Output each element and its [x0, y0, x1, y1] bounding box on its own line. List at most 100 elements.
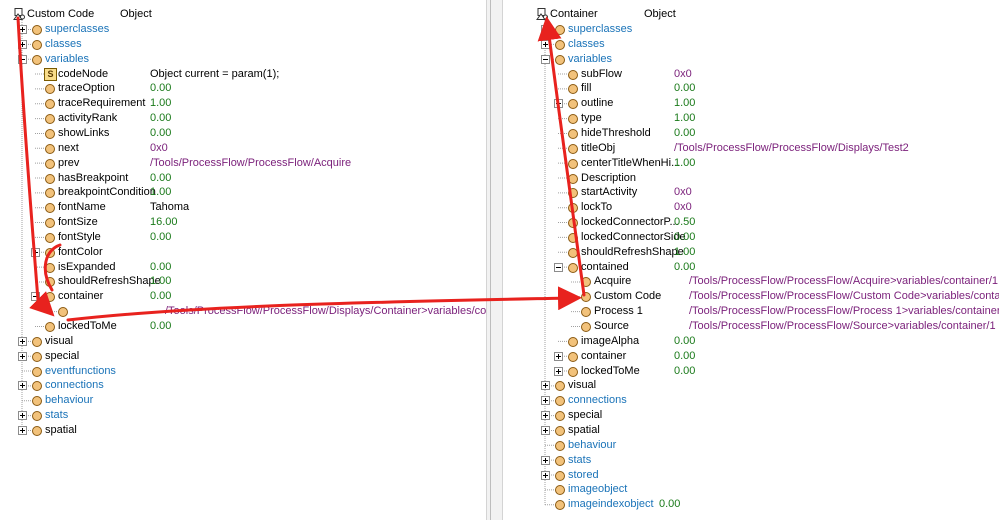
tree-row[interactable]: type 1.00	[503, 111, 999, 126]
tree-row[interactable]: classes	[0, 37, 486, 52]
tree-row[interactable]: fontSize 16.00	[0, 215, 486, 230]
node-label: spatial	[45, 423, 77, 436]
tree-row[interactable]: lockedConnectorSide 0.00	[503, 230, 999, 245]
tree-row[interactable]: container 0.00	[503, 349, 999, 364]
right-tree-pane[interactable]: Container Object superclasses classes vari…	[503, 0, 999, 520]
object-root-icon	[536, 8, 548, 20]
node-value: 0.00	[150, 126, 172, 139]
tree-row[interactable]: shouldRefreshShape 1.00	[0, 274, 486, 289]
left-tree-pane[interactable]: Custom Code Object superclasses classes va…	[0, 0, 516, 520]
tree-row[interactable]: ScodeNode Object current = param(1);	[0, 67, 486, 82]
tree-row[interactable]: lockedConnectorP... 0.50	[503, 215, 999, 230]
tree-row[interactable]: contained 0.00	[503, 260, 999, 275]
tree-row[interactable]: prev/Tools/ProcessFlow/ProcessFlow/Acqui…	[0, 156, 486, 171]
tree-row[interactable]: spatial	[503, 423, 999, 438]
expand-icon[interactable]	[18, 425, 27, 435]
collapse-icon[interactable]	[541, 54, 550, 64]
tree-row[interactable]: outline 1.00	[503, 96, 999, 111]
expand-icon[interactable]	[541, 25, 550, 34]
tree-row[interactable]: Source/Tools/ProcessFlow/ProcessFlow/Sou…	[503, 319, 999, 334]
tree-row[interactable]: traceOption 0.00	[0, 81, 486, 96]
tree-row[interactable]: isExpanded 0.00	[0, 260, 486, 275]
tree-row[interactable]: eventfunctions	[0, 364, 486, 379]
tree-row[interactable]: spatial	[0, 423, 486, 438]
tree-row[interactable]: Acquire/Tools/ProcessFlow/ProcessFlow/Ac…	[503, 274, 999, 289]
tree-row[interactable]: traceRequirement 1.00	[0, 96, 486, 111]
node-label: container	[58, 290, 104, 303]
root-type: Object	[644, 8, 676, 20]
expand-icon[interactable]	[541, 470, 550, 480]
tree-row[interactable]: subFlow 0x0	[503, 67, 999, 82]
tree-row[interactable]: fontColor	[0, 245, 486, 260]
node-icon	[555, 500, 565, 511]
node-icon	[555, 381, 565, 392]
tree-row[interactable]: stored	[503, 468, 999, 483]
tree-row[interactable]: lockTo 0x0	[503, 200, 999, 215]
tree-row[interactable]: special	[0, 349, 486, 364]
node-label: Description	[581, 171, 637, 184]
tree-row[interactable]: /Tools/ProcessFlow/ProcessFlow/Displays/…	[0, 304, 516, 319]
tree-row[interactable]: variables	[0, 52, 486, 67]
tree-row[interactable]: connections	[0, 378, 486, 393]
tree-row[interactable]: centerTitleWhenHi... 1.00	[503, 156, 999, 171]
collapse-icon[interactable]	[18, 54, 27, 64]
tree-row[interactable]: Description	[503, 171, 999, 186]
tree-row[interactable]: imageobject	[503, 482, 999, 497]
tree-row[interactable]: superclasses	[503, 22, 999, 37]
tree-row[interactable]: next 0x0	[0, 141, 486, 156]
expand-icon[interactable]	[31, 247, 40, 257]
expand-icon[interactable]	[541, 381, 550, 391]
expand-icon[interactable]	[18, 25, 27, 34]
collapse-icon[interactable]	[31, 292, 40, 302]
tree-row[interactable]: visual	[0, 334, 486, 349]
pane-splitter[interactable]	[486, 0, 503, 520]
expand-icon[interactable]	[18, 411, 27, 421]
tree-row[interactable]: behaviour	[0, 393, 486, 408]
node-label: imageAlpha	[581, 334, 640, 347]
tree-row[interactable]: shouldRefreshShape 1.00	[503, 245, 999, 260]
tree-row[interactable]: showLinks 0.00	[0, 126, 486, 141]
tree-row[interactable]: special	[503, 408, 999, 423]
expand-icon[interactable]	[554, 351, 563, 361]
tree-row[interactable]: startActivity 0x0	[503, 185, 999, 200]
tree-row[interactable]: behaviour	[503, 438, 999, 453]
tree-row[interactable]: lockedToMe 0.00	[503, 364, 999, 379]
tree-row[interactable]: stats	[503, 453, 999, 468]
expand-icon[interactable]	[18, 39, 27, 49]
expand-icon[interactable]	[541, 396, 550, 406]
tree-row[interactable]: hasBreakpoint 0.00	[0, 171, 486, 186]
node-icon	[555, 470, 565, 481]
tree-row[interactable]: Custom Code/Tools/ProcessFlow/ProcessFlo…	[503, 289, 999, 304]
tree-row[interactable]: lockedToMe 0.00	[0, 319, 486, 334]
expand-icon[interactable]	[18, 351, 27, 361]
tree-row[interactable]: fontStyle 0.00	[0, 230, 486, 245]
tree-row[interactable]: container 0.00	[0, 289, 486, 304]
node-icon	[45, 203, 55, 214]
tree-row[interactable]: stats	[0, 408, 486, 423]
expand-icon[interactable]	[554, 99, 563, 109]
expand-icon[interactable]	[18, 336, 27, 346]
tree-row[interactable]: imageAlpha 0.00	[503, 334, 999, 349]
expand-icon[interactable]	[554, 366, 563, 376]
tree-row[interactable]: variables	[503, 52, 999, 67]
tree-row[interactable]: fontName Tahoma	[0, 200, 486, 215]
tree-row[interactable]: superclasses	[0, 22, 486, 37]
tree-row[interactable]: imageindexobject 0.00	[503, 497, 999, 512]
collapse-icon[interactable]	[554, 262, 563, 272]
expand-icon[interactable]	[541, 455, 550, 465]
expand-icon[interactable]	[541, 411, 550, 421]
node-value: Tahoma	[150, 201, 190, 214]
tree-row[interactable]: titleObj/Tools/ProcessFlow/ProcessFlow/D…	[503, 141, 999, 156]
expand-icon[interactable]	[18, 381, 27, 391]
tree-row[interactable]: fill 0.00	[503, 81, 999, 96]
expand-icon[interactable]	[541, 39, 550, 49]
tree-row[interactable]: classes	[503, 37, 999, 52]
tree-row[interactable]: Process 1/Tools/ProcessFlow/ProcessFlow/…	[503, 304, 999, 319]
expand-icon[interactable]	[541, 425, 550, 435]
node-value: 0.00	[150, 320, 172, 332]
tree-row[interactable]: hideThreshold 0.00	[503, 126, 999, 141]
tree-row[interactable]: connections	[503, 393, 999, 408]
tree-row[interactable]: breakpointCondition 1.00	[0, 185, 486, 200]
tree-row[interactable]: activityRank 0.00	[0, 111, 486, 126]
tree-row[interactable]: visual	[503, 378, 999, 393]
